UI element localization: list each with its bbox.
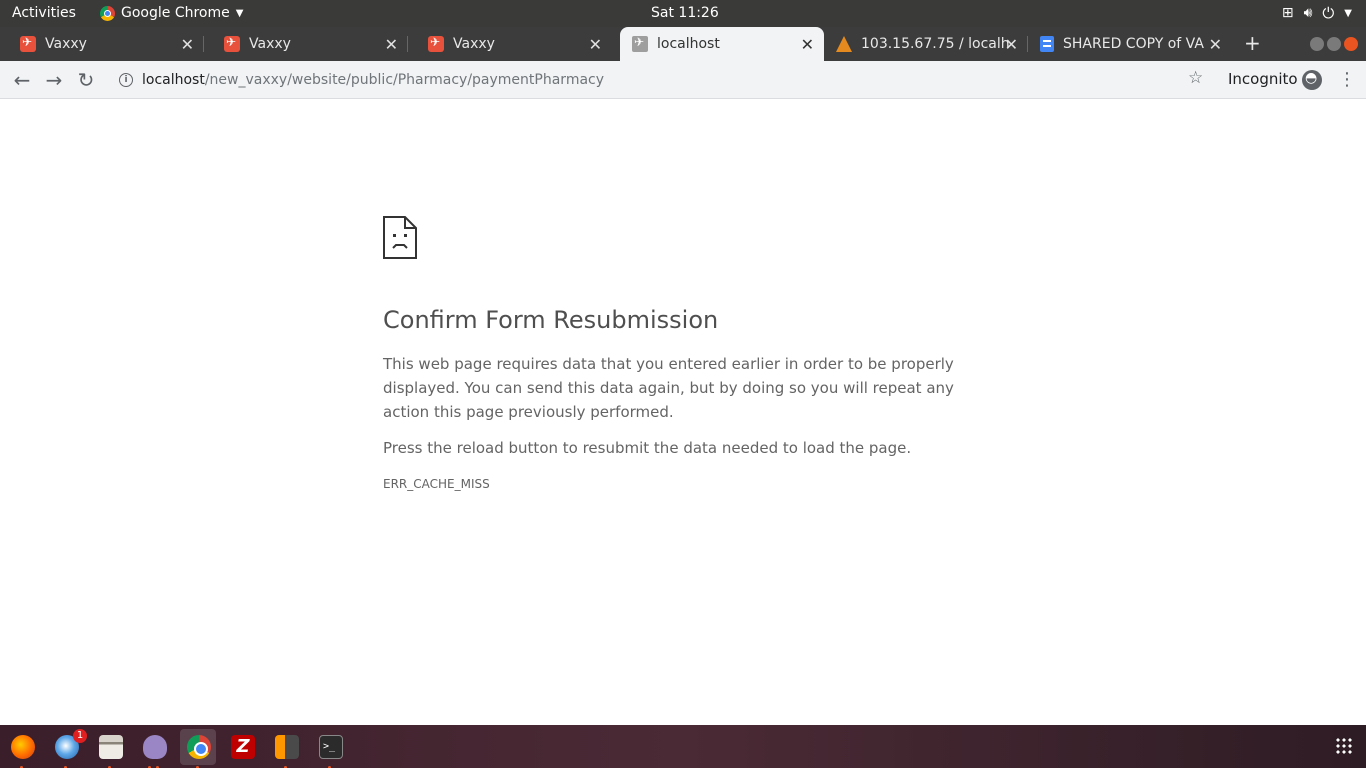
close-icon[interactable]: ✕ bbox=[181, 35, 194, 54]
reload-button[interactable]: ↻ bbox=[74, 68, 98, 92]
vaxxy-icon bbox=[20, 35, 36, 52]
menu-icon[interactable]: ⋮ bbox=[1338, 69, 1356, 90]
google-docs-icon bbox=[1040, 36, 1054, 52]
system-tray[interactable]: ⊞ 🔊︎ ⏻ ▼ bbox=[1282, 4, 1352, 22]
dock-firefox[interactable] bbox=[4, 729, 40, 768]
files-icon bbox=[99, 735, 123, 759]
activities-button[interactable]: Activities bbox=[12, 5, 76, 21]
terminal-icon: >_ bbox=[319, 735, 343, 759]
error-page: Confirm Form Resubmission This web page … bbox=[383, 216, 983, 491]
chevron-down-icon: ▼ bbox=[235, 7, 244, 19]
tab-title: Vaxxy bbox=[45, 36, 87, 52]
dock-files[interactable] bbox=[92, 729, 128, 768]
forward-button[interactable]: → bbox=[42, 68, 66, 92]
chrome-icon bbox=[100, 5, 115, 21]
error-instruction: Press the reload button to resubmit the … bbox=[383, 439, 912, 457]
gnome-top-bar: Activities Google Chrome ▼ Sat 11:26 ⊞ 🔊… bbox=[0, 0, 1366, 27]
pidgin-icon bbox=[143, 735, 167, 759]
firefox-icon bbox=[11, 735, 35, 759]
phpmyadmin-icon bbox=[836, 36, 852, 52]
volume-icon: 🔊︎ bbox=[1303, 5, 1313, 21]
tab-vaxxy-3[interactable]: Vaxxy ✕ bbox=[408, 27, 612, 61]
chevron-down-icon: ▼ bbox=[1344, 7, 1352, 19]
address-bar[interactable]: i localhost/new_vaxxy/website/public/Pha… bbox=[110, 65, 1220, 95]
browser-toolbar: ← → ↻ i localhost/new_vaxxy/website/publ… bbox=[0, 61, 1366, 99]
clock[interactable]: Sat 11:26 bbox=[651, 5, 719, 21]
error-code: ERR_CACHE_MISS bbox=[383, 477, 490, 491]
app-menu[interactable]: Google Chrome ▼ bbox=[100, 5, 243, 21]
error-description: This web page requires data that you ent… bbox=[383, 355, 954, 421]
incognito-icon[interactable] bbox=[1302, 70, 1322, 90]
tab-vaxxy-1[interactable]: Vaxxy ✕ bbox=[0, 27, 204, 61]
sad-document-icon bbox=[383, 216, 417, 259]
close-icon[interactable]: ✕ bbox=[1005, 35, 1018, 54]
dock-chrome[interactable] bbox=[180, 729, 216, 768]
dock-pidgin[interactable] bbox=[136, 729, 172, 768]
tab-localhost[interactable]: localhost ✕ bbox=[620, 27, 824, 61]
show-applications-icon[interactable] bbox=[1335, 737, 1353, 755]
maximize-button[interactable] bbox=[1327, 37, 1341, 51]
close-icon[interactable]: ✕ bbox=[589, 35, 602, 54]
sublime-text-icon bbox=[275, 735, 299, 759]
tab-title: Vaxxy bbox=[249, 36, 291, 52]
filezilla-icon: Z bbox=[231, 735, 255, 759]
minimize-button[interactable] bbox=[1310, 37, 1324, 51]
url-text[interactable]: localhost/new_vaxxy/website/public/Pharm… bbox=[142, 72, 604, 88]
info-icon[interactable]: i bbox=[119, 73, 133, 87]
app-menu-label: Google Chrome bbox=[121, 5, 230, 21]
close-icon[interactable]: ✕ bbox=[1209, 35, 1222, 54]
incognito-label: Incognito bbox=[1228, 70, 1298, 88]
vaxxy-icon bbox=[224, 35, 240, 52]
tab-vaxxy-2[interactable]: Vaxxy ✕ bbox=[204, 27, 408, 61]
tab-shared-doc[interactable]: SHARED COPY of VA ✕ bbox=[1028, 27, 1232, 61]
dock: 1 Z >_ bbox=[0, 725, 1366, 768]
bookmark-star-icon[interactable]: ☆ bbox=[1188, 68, 1203, 88]
tab-strip: Vaxxy ✕ Vaxxy ✕ Vaxxy ✕ localhost ✕ 103.… bbox=[0, 27, 1366, 61]
power-icon: ⏻ bbox=[1322, 4, 1335, 22]
page-icon bbox=[632, 35, 648, 52]
url-path: /new_vaxxy/website/public/Pharmacy/payme… bbox=[204, 72, 605, 88]
tab-title: 103.15.67.75 / localh bbox=[861, 36, 1009, 52]
dock-filezilla[interactable]: Z bbox=[224, 729, 260, 765]
network-icon: ⊞ bbox=[1281, 5, 1294, 21]
close-window-button[interactable] bbox=[1344, 37, 1358, 51]
tab-title: Vaxxy bbox=[453, 36, 495, 52]
window-controls bbox=[1310, 37, 1358, 51]
dock-terminal[interactable]: >_ bbox=[312, 729, 348, 768]
url-host: localhost bbox=[142, 72, 205, 88]
tab-phpmyadmin[interactable]: 103.15.67.75 / localh ✕ bbox=[824, 27, 1028, 61]
close-icon[interactable]: ✕ bbox=[801, 35, 814, 54]
dock-thunderbird[interactable]: 1 bbox=[48, 729, 87, 768]
dock-sublime[interactable] bbox=[268, 729, 304, 768]
tab-title: SHARED COPY of VA bbox=[1063, 36, 1204, 52]
error-heading: Confirm Form Resubmission bbox=[383, 306, 719, 334]
close-icon[interactable]: ✕ bbox=[385, 35, 398, 54]
vaxxy-icon bbox=[428, 35, 444, 52]
chrome-center-icon bbox=[194, 742, 208, 756]
tab-title: localhost bbox=[657, 36, 720, 52]
notification-badge: 1 bbox=[73, 729, 87, 743]
back-button[interactable]: ← bbox=[10, 68, 34, 92]
new-tab-button[interactable]: + bbox=[1244, 31, 1261, 55]
